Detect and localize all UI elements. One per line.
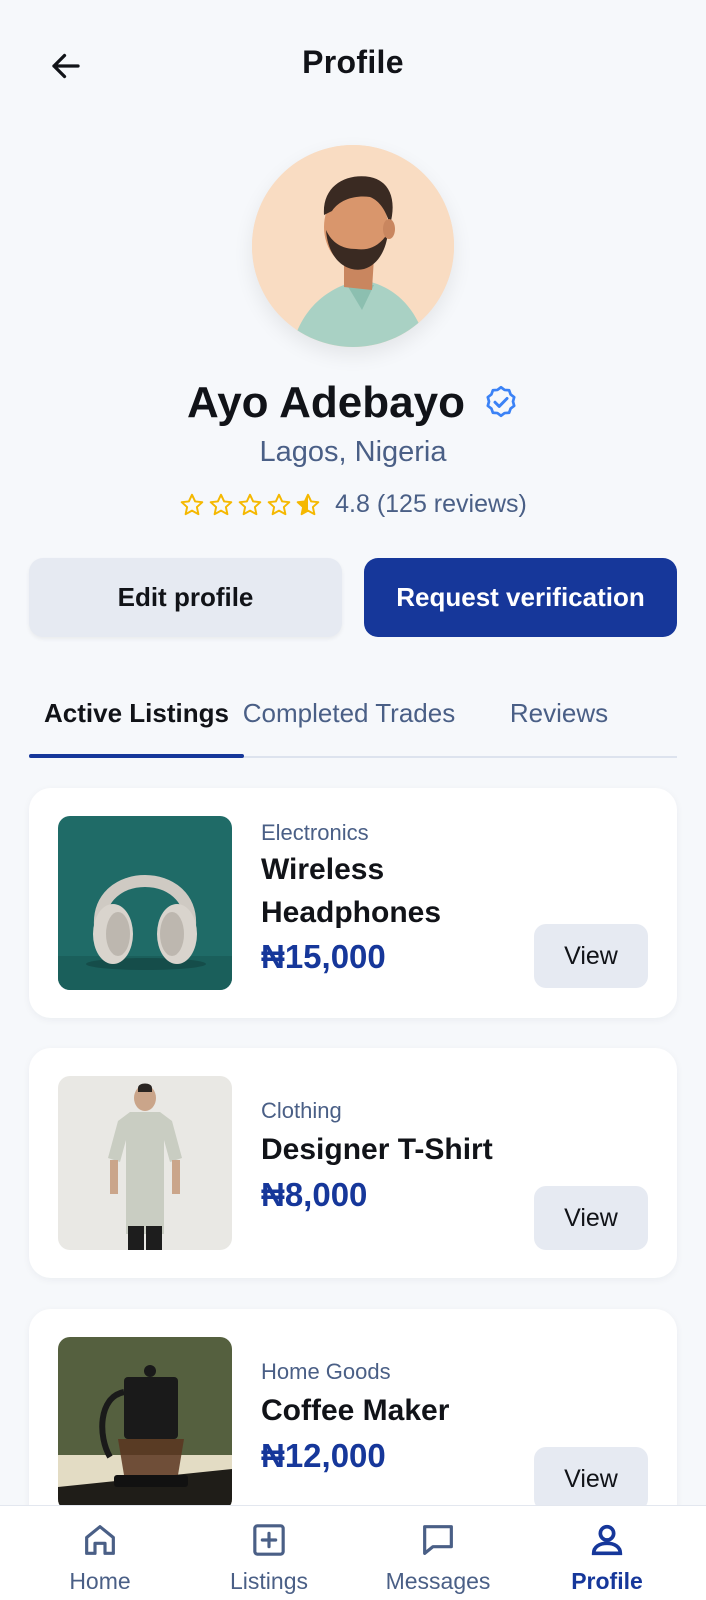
nav-profile[interactable]: Profile <box>519 1506 695 1600</box>
star-icon <box>208 492 234 518</box>
message-icon <box>418 1520 458 1560</box>
nav-listings[interactable]: Listings <box>181 1506 357 1600</box>
name-row: Ayo Adebayo <box>0 378 706 428</box>
bottom-nav: Home Listings Messages Profile <box>0 1505 706 1600</box>
nav-label: Profile <box>571 1568 643 1594</box>
page-title: Profile <box>302 44 404 80</box>
request-verification-button[interactable]: Request verification <box>364 558 677 637</box>
tab-active-listings[interactable]: Active Listings <box>29 690 244 758</box>
profile-location: Lagos, Nigeria <box>259 436 447 468</box>
nav-label: Listings <box>230 1568 308 1594</box>
listing-image-headphones <box>58 816 232 990</box>
view-button[interactable]: View <box>534 1186 648 1250</box>
listing-card[interactable]: Clothing Designer T-Shirt ₦8,000 View <box>29 1048 677 1278</box>
star-icon <box>266 492 292 518</box>
tab-bar: Active Listings Completed Trades Reviews <box>29 690 677 758</box>
tab-indicator <box>29 754 244 758</box>
view-button[interactable]: View <box>534 1447 648 1511</box>
listing-price: ₦15,000 <box>261 938 386 975</box>
rating-stars <box>179 492 321 518</box>
listing-category: Home Goods <box>261 1359 391 1384</box>
plus-square-icon <box>249 1520 289 1560</box>
nav-messages[interactable]: Messages <box>350 1506 526 1600</box>
listing-title: Coffee Maker <box>261 1394 450 1427</box>
tab-reviews[interactable]: Reviews <box>479 690 639 758</box>
nav-home[interactable]: Home <box>12 1506 188 1600</box>
verified-badge-icon <box>483 385 519 421</box>
avatar <box>252 145 454 347</box>
listing-image-tshirt <box>58 1076 232 1250</box>
listing-price: ₦8,000 <box>261 1176 368 1213</box>
profile-name: Ayo Adebayo <box>187 378 465 427</box>
listing-image-coffee-maker <box>58 1337 232 1511</box>
listing-price: ₦12,000 <box>261 1437 386 1474</box>
edit-profile-button[interactable]: Edit profile <box>29 558 342 637</box>
star-icon <box>179 492 205 518</box>
listing-category: Electronics <box>261 820 369 845</box>
star-half-icon <box>295 492 321 518</box>
view-button[interactable]: View <box>534 924 648 988</box>
nav-label: Messages <box>385 1568 491 1594</box>
rating-text: 4.8 (125 reviews) <box>335 490 527 518</box>
top-bar: Profile <box>0 0 706 132</box>
listing-title: Wireless Headphones <box>261 853 442 929</box>
star-icon <box>237 492 263 518</box>
tab-completed-trades[interactable]: Completed Trades <box>234 690 464 758</box>
user-icon <box>587 1520 627 1560</box>
home-icon <box>80 1520 120 1560</box>
listing-category: Clothing <box>261 1098 342 1123</box>
rating-row: 4.8 (125 reviews) <box>0 490 706 519</box>
nav-label: Home <box>69 1568 131 1594</box>
listing-card[interactable]: Electronics Wireless Headphones ₦15,000 … <box>29 788 677 1018</box>
listing-title: Designer T-Shirt <box>261 1133 493 1166</box>
